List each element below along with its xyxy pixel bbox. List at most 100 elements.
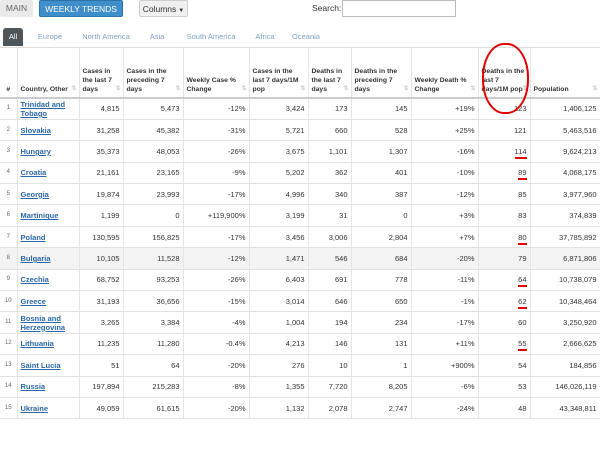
tab-europe[interactable]: Europe [33, 28, 67, 46]
tab-south-america[interactable]: South America [180, 28, 242, 46]
deaths-7d-per-1m: 55 [478, 333, 531, 356]
population: 37,785,892 [530, 226, 600, 249]
population: 4,068,175 [530, 162, 600, 185]
weekly-trends-button[interactable]: WEEKLY TRENDS [39, 0, 123, 17]
sort-icon[interactable]: ⇅ [592, 85, 597, 94]
header-col-country[interactable]: Country, Other ⇅ [17, 47, 80, 99]
header-label: Cases in the last 7 days/1M pop [252, 68, 299, 93]
weekly-trends-table: # Country, Other ⇅ Cases in the last 7 days… [0, 47, 600, 420]
country-link[interactable]: Ukraine [17, 397, 80, 420]
country-link[interactable]: Bulgaria [17, 247, 80, 270]
sort-icon[interactable]: ⇅ [403, 85, 408, 94]
row-number: 1 [0, 98, 18, 120]
deaths-7d-per-1m: 64 [478, 269, 531, 292]
population: 2,666,625 [530, 333, 600, 356]
country-link[interactable]: Bosnia and Herzegovina [17, 311, 80, 334]
weekly-death-change: -11% [411, 269, 479, 292]
main-tab-button[interactable]: MAIN [0, 0, 33, 17]
header-col-deaths-7d-per-1m[interactable]: Deaths in the last 7 days/1M pop ⇅ [478, 47, 531, 99]
table-row: 10 Greece 31,193 36,656 -15% 3,014 646 650 -1% 62… [0, 290, 600, 313]
header-col-deaths-prev-7d[interactable]: Deaths in the preceding 7 days ⇅ [351, 47, 412, 99]
row-number: 8 [0, 247, 18, 270]
weekly-death-change: -20% [411, 247, 479, 270]
deaths-7d: 646 [308, 290, 352, 313]
tab-oceania[interactable]: Oceania [288, 28, 324, 46]
population: 3,250,920 [530, 311, 600, 334]
deaths-prev-7d: 234 [351, 311, 412, 334]
deaths-prev-7d: 387 [351, 183, 412, 206]
sort-icon[interactable]: ⇅ [71, 85, 76, 94]
weekly-case-change: -8% [183, 376, 250, 398]
sort-icon[interactable]: ⇅ [175, 85, 180, 94]
population: 10,738,079 [530, 269, 600, 292]
country-link[interactable]: Saint Lucia [17, 354, 80, 377]
header-label: Deaths in the last 7 days [311, 68, 343, 93]
country-link[interactable]: Czechia [17, 269, 80, 292]
header-col-cases-prev-7d[interactable]: Cases in the preceding 7 days ⇅ [123, 47, 184, 99]
header-col-cases-7d-per-1m[interactable]: Cases in the last 7 days/1M pop ⇅ [249, 47, 309, 99]
deaths-prev-7d: 145 [351, 98, 412, 120]
country-link[interactable]: Hungary [17, 140, 80, 163]
weekly-death-change: -12% [411, 183, 479, 206]
weekly-death-change: -24% [411, 397, 479, 420]
country-link[interactable]: Trinidad and Tobago [17, 98, 80, 120]
population: 43,348,811 [530, 397, 600, 420]
header-col-deaths-7d[interactable]: Deaths in the last 7 days ⇅ [308, 47, 352, 99]
header-label: Cases in the last 7 days [82, 68, 112, 93]
columns-dropdown-button[interactable]: Columns ▼ [139, 0, 188, 17]
tab-north-america[interactable]: North America [77, 28, 135, 46]
cases-7d: 130,595 [79, 226, 124, 249]
table-row: 12 Lithuania 11,235 11,280 -0.4% 4,213 146 131 +… [0, 333, 600, 356]
population: 184,856 [530, 354, 600, 377]
row-number: 12 [0, 333, 18, 356]
deaths-7d-per-1m: 54 [478, 354, 531, 377]
deaths-7d: 146 [308, 333, 352, 356]
header-col-population[interactable]: Population ⇅ [530, 47, 600, 99]
header-col-weekly-case-change[interactable]: Weekly Case % Change ⇅ [183, 47, 250, 99]
cases-7d-per-1m: 4,213 [249, 333, 309, 356]
sort-icon[interactable]: ⇅ [241, 85, 246, 94]
sort-icon[interactable]: ⇅ [522, 85, 527, 94]
sort-icon[interactable]: ⇅ [343, 85, 348, 94]
header-col-weekly-death-change[interactable]: Weekly Death % Change ⇅ [411, 47, 479, 99]
country-link[interactable]: Russia [17, 376, 80, 398]
deaths-7d: 1,101 [308, 140, 352, 163]
sort-icon[interactable]: ⇅ [470, 85, 475, 94]
country-link[interactable]: Poland [17, 226, 80, 249]
weekly-death-change: +3% [411, 204, 479, 227]
header-col-cases-7d[interactable]: Cases in the last 7 days ⇅ [79, 47, 124, 99]
country-link[interactable]: Georgia [17, 183, 80, 206]
country-link[interactable]: Greece [17, 290, 80, 313]
cases-7d-per-1m: 1,355 [249, 376, 309, 398]
table-row: 3 Hungary 35,373 48,053 -26% 3,675 1,101 1,307-… [0, 140, 600, 163]
cases-7d-per-1m: 3,456 [249, 226, 309, 249]
cases-prev-7d: 45,382 [123, 119, 184, 142]
table-row: 2 Slovakia 31,258 45,382 -31% 5,721 660 528 +25%… [0, 119, 600, 142]
country-link[interactable]: Martinique [17, 204, 80, 227]
deaths-prev-7d: 0 [351, 204, 412, 227]
country-link[interactable]: Croatia [17, 162, 80, 185]
country-link[interactable]: Slovakia [17, 119, 80, 142]
row-number: 2 [0, 119, 18, 142]
population: 3,977,960 [530, 183, 600, 206]
header-label: Weekly Death % Change [414, 77, 467, 93]
tab-africa[interactable]: Africa [250, 28, 280, 46]
cases-7d-per-1m: 1,004 [249, 311, 309, 334]
header-col-number[interactable]: # [0, 47, 18, 99]
sort-icon[interactable]: ⇅ [115, 85, 120, 94]
table-row: 14 Russia 197,894 215,283 -8% 1,355 7,720 8,205… [0, 376, 600, 398]
weekly-case-change: -17% [183, 183, 250, 206]
cases-7d-per-1m: 4,996 [249, 183, 309, 206]
weekly-case-change: -26% [183, 140, 250, 163]
sort-icon[interactable]: ⇅ [300, 85, 305, 94]
deaths-7d-per-1m: 121 [478, 119, 531, 142]
tab-all[interactable]: All [3, 28, 23, 46]
country-link[interactable]: Lithuania [17, 333, 80, 356]
row-number: 6 [0, 204, 18, 227]
deaths-prev-7d: 131 [351, 333, 412, 356]
tab-asia[interactable]: Asia [145, 28, 169, 46]
deaths-7d: 691 [308, 269, 352, 292]
deaths-7d: 362 [308, 162, 352, 185]
deaths-7d-per-1m: 114 [478, 140, 531, 163]
search-input[interactable] [342, 0, 456, 17]
